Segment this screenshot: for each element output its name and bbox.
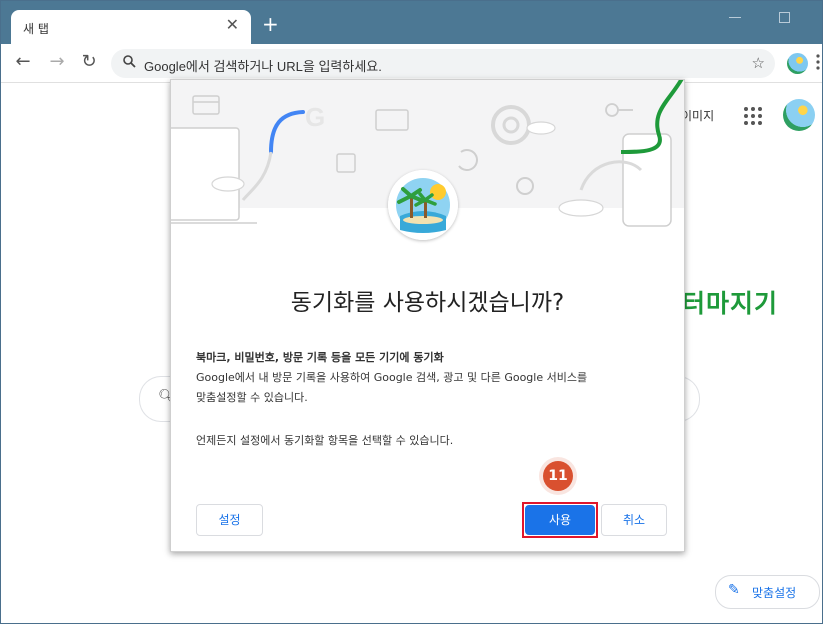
dialog-note: 언제든지 설정에서 동기화할 항목을 선택할 수 있습니다. <box>196 434 454 447</box>
tab-title: 새 탭 <box>23 22 49 36</box>
dialog-title: 동기화를 사용하시겠습니까? <box>290 290 565 316</box>
pencil-icon: ✎ <box>728 582 740 598</box>
tab-close-icon[interactable]: ✕ <box>226 17 239 33</box>
omnibox-placeholder: Google에서 검색하거나 URL을 입력하세요. <box>144 59 382 74</box>
dialog-body-line-1: Google에서 내 방문 기록을 사용하여 Google 검색, 광고 및 다… <box>196 371 588 384</box>
minimize-icon[interactable] <box>729 17 741 18</box>
toolbar: ← → ↻ Google에서 검색하거나 URL을 입력하세요. ☆ <box>1 44 822 83</box>
svg-text:G: G <box>305 102 325 132</box>
bookmark-star-icon[interactable]: ☆ <box>752 54 765 72</box>
step-number-badge: 11 <box>543 461 573 491</box>
sync-dialog: G 동기화를 사용하시겠습니까? 북마크, 비밀번호, 방문 기록 등을 모든 … <box>170 79 685 552</box>
apps-grid-icon[interactable] <box>744 107 762 125</box>
title-bar: 새 탭 ✕ + <box>1 1 822 44</box>
dialog-body-heading: 북마크, 비밀번호, 방문 기록 등을 모든 기기에 동기화 <box>196 351 444 364</box>
menu-dots-icon[interactable] <box>816 52 820 72</box>
cancel-button[interactable]: 취소 <box>601 504 667 536</box>
profile-avatar-icon[interactable] <box>787 53 808 74</box>
maximize-icon[interactable] <box>779 12 790 23</box>
search-icon <box>123 55 136 72</box>
tab-new-tab[interactable]: 새 탭 ✕ <box>11 10 251 44</box>
forward-arrow-icon[interactable]: → <box>47 52 67 72</box>
use-sync-button[interactable]: 사용 <box>525 505 595 535</box>
profile-avatar <box>388 170 458 240</box>
images-link[interactable]: 이미지 <box>681 107 714 124</box>
dialog-description: 북마크, 비밀번호, 방문 기록 등을 모든 기기에 동기화 Google에서 … <box>196 348 666 408</box>
customize-button[interactable]: ✎ 맞춤설정 <box>715 575 820 609</box>
back-arrow-icon[interactable]: ← <box>13 52 33 72</box>
settings-button[interactable]: 설정 <box>196 504 263 536</box>
dialog-body-line-2: 맞춤설정할 수 있습니다. <box>196 391 308 404</box>
omnibox[interactable]: Google에서 검색하거나 URL을 입력하세요. ☆ <box>111 49 775 78</box>
customize-label: 맞춤설정 <box>752 586 797 600</box>
new-tab-button[interactable]: + <box>262 14 279 34</box>
browser-window: 새 탭 ✕ + ← → ↻ Google에서 검색하거나 URL을 입력하세요.… <box>0 0 823 624</box>
beach-avatar-icon <box>388 170 458 240</box>
account-avatar[interactable] <box>783 99 815 131</box>
reload-icon[interactable]: ↻ <box>79 52 99 72</box>
